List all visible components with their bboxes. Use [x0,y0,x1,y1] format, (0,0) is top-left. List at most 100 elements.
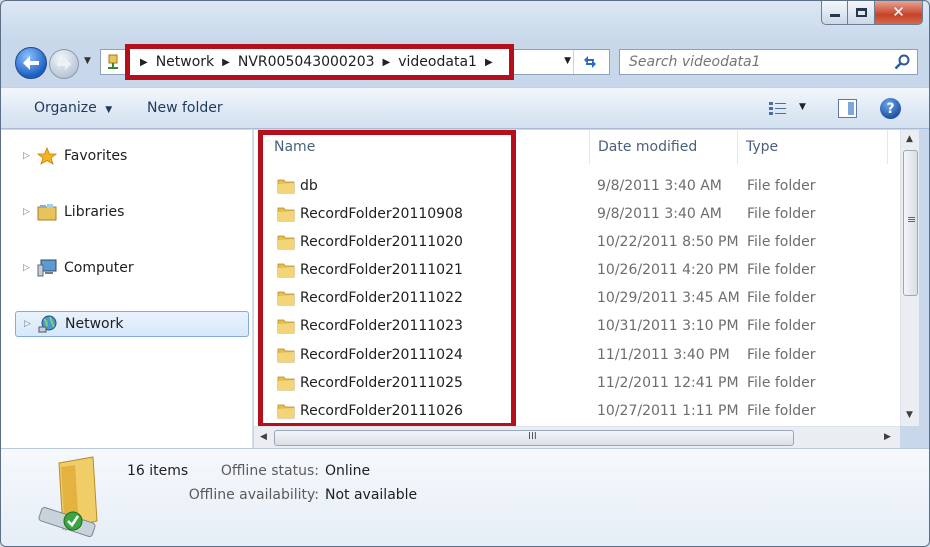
forward-arrow-icon [57,58,71,70]
table-row[interactable]: RecordFolder20111025 11/2/2011 12:41 PM Fi… [254,369,900,397]
chevron-right-icon[interactable]: ▶ [383,57,391,68]
address-bar[interactable]: ▶ Network ▶ NVR005043000203 ▶ videodata1… [100,44,610,80]
file-date-modified: 11/1/2011 3:40 PM [597,346,730,363]
offline-status-value: Online [325,463,371,479]
maximize-icon [855,8,867,17]
expand-triangle-icon[interactable]: ▷ [23,263,37,273]
table-row[interactable]: RecordFolder20111022 10/29/2011 3:45 AM Fi… [254,284,900,312]
close-button[interactable]: ✕ [875,1,923,25]
sidebar-item-libraries[interactable]: ▷ Libraries [15,199,249,225]
scroll-left-icon[interactable]: ◀ [260,432,267,442]
explorer-window: ✕ ▼ ▶ Network ▶ NVR005043000203 ▶ videod… [0,0,930,547]
offline-status-label: Offline status: [220,463,319,479]
table-row[interactable]: RecordFolder20111021 10/26/2011 4:20 PM Fi… [254,256,900,284]
vertical-scroll-thumb[interactable] [903,150,918,296]
navigation-pane: ▷ Favorites ▷ Libraries ▷ Computer ▷ Net… [1,130,253,448]
chevron-right-icon[interactable]: ▶ [485,57,493,68]
file-type: File folder [747,290,816,307]
libraries-icon [37,204,57,221]
file-type: File folder [747,402,816,419]
expand-triangle-icon[interactable]: ▷ [23,207,37,217]
folder-icon [277,207,295,222]
offline-availability-value: Not available [325,487,418,503]
table-row[interactable]: RecordFolder20111020 10/22/2011 8:50 PM Fi… [254,228,900,256]
file-name: RecordFolder20111026 [300,402,463,419]
file-name: RecordFolder20111023 [300,318,463,335]
forward-button[interactable] [49,49,79,79]
file-date-modified: 9/8/2011 3:40 AM [597,206,722,223]
close-icon: ✕ [892,3,905,21]
file-type: File folder [747,262,816,279]
organize-label: Organize [34,100,97,116]
change-view-icon[interactable] [768,101,788,117]
view-options-dropdown-icon[interactable]: ▼ [799,102,806,112]
command-bar: Organize ▼ New folder ▼ ? [1,87,929,129]
file-list: Name Date modified Type db 9/8/2011 3:40 … [254,130,900,426]
sidebar-item-computer[interactable]: ▷ Computer [15,255,249,281]
minimize-button[interactable] [821,1,848,25]
favorites-label: Favorites [64,148,128,164]
column-header-size[interactable] [888,130,900,164]
organize-button[interactable]: Organize ▼ [34,100,112,116]
chevron-right-icon[interactable]: ▶ [222,57,230,68]
file-date-modified: 10/26/2011 4:20 PM [597,262,739,279]
file-type: File folder [747,206,816,223]
horizontal-scrollbar[interactable]: ◀ ▶ [254,426,900,448]
file-name: RecordFolder20111020 [300,234,463,251]
table-row[interactable]: db 9/8/2011 3:40 AM File folder [254,172,900,200]
network-label: Network [65,316,124,332]
file-type: File folder [747,178,816,194]
libraries-label: Libraries [64,204,125,220]
breadcrumb-nvr[interactable]: NVR005043000203 [238,54,375,70]
network-location-icon [108,54,118,69]
scroll-down-icon[interactable]: ▼ [906,410,913,420]
computer-label: Computer [64,260,134,276]
scroll-up-icon[interactable]: ▲ [906,134,913,144]
file-type: File folder [747,346,816,363]
vertical-scrollbar[interactable]: ▲ ▼ [900,130,919,426]
help-icon[interactable]: ? [880,98,901,119]
column-header-name[interactable]: Name [254,130,590,164]
breadcrumb-videodata1[interactable]: videodata1 [398,54,477,70]
breadcrumb: ▶ Network ▶ NVR005043000203 ▶ videodata1… [125,44,514,80]
file-rows: db 9/8/2011 3:40 AM File folder RecordFolde… [254,172,900,425]
horizontal-scroll-thumb[interactable] [274,430,794,446]
network-icon [38,315,57,333]
file-date-modified: 10/22/2011 8:50 PM [597,234,739,251]
folder-icon [277,376,295,391]
back-arrow-icon [23,56,39,70]
back-button[interactable] [15,47,47,79]
search-box[interactable] [619,49,918,75]
column-header-date[interactable]: Date modified [590,130,738,164]
sidebar-item-network[interactable]: ▷ Network [15,311,249,337]
preview-pane-icon[interactable] [838,99,857,118]
table-row[interactable]: RecordFolder20111024 11/1/2011 3:40 PM Fil… [254,341,900,369]
table-row[interactable]: RecordFolder20110908 9/8/2011 3:40 AM File… [254,200,900,228]
table-row[interactable]: RecordFolder20111026 10/27/2011 1:11 PM Fi… [254,397,900,425]
file-name: RecordFolder20111024 [300,346,463,363]
file-type: File folder [747,234,816,251]
chevron-right-icon[interactable]: ▶ [140,57,148,68]
offline-folder-icon [38,456,98,538]
sidebar-item-favorites[interactable]: ▷ Favorites [15,143,249,169]
folder-icon [277,348,295,362]
refresh-button[interactable] [573,50,605,74]
maximize-button[interactable] [848,1,875,25]
recent-pages-dropdown-icon[interactable]: ▼ [84,56,91,66]
search-input[interactable] [620,50,890,74]
column-header-type[interactable]: Type [738,130,888,164]
scroll-right-icon[interactable]: ▶ [884,432,891,442]
table-row[interactable]: RecordFolder20111023 10/31/2011 3:10 PM Fi… [254,312,900,340]
caption-buttons: ✕ [821,1,923,25]
item-count: 16 items [127,463,189,479]
new-folder-button[interactable]: New folder [147,100,223,116]
details-pane: 16 items Offline status: Online Offline … [1,448,929,546]
breadcrumb-network[interactable]: Network [156,54,214,70]
expand-triangle-icon[interactable]: ▷ [24,319,38,329]
minimize-icon [829,14,840,17]
address-history-dropdown-icon[interactable]: ▼ [564,56,571,66]
expand-triangle-icon[interactable]: ▷ [23,151,37,161]
folder-icon [277,404,295,419]
file-date-modified: 11/2/2011 12:41 PM [597,374,739,391]
search-icon[interactable] [894,54,910,70]
